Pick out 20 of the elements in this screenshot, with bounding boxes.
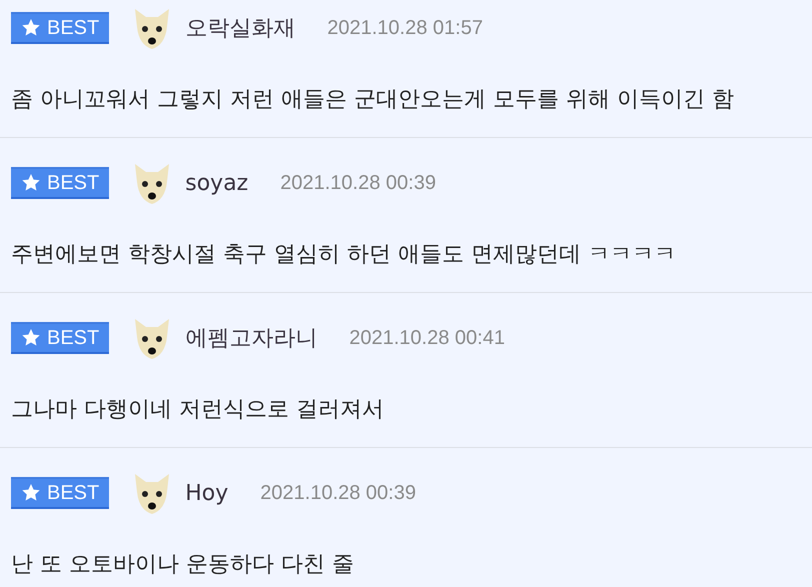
- comment-date: 2021.10.28 01:57: [327, 16, 483, 40]
- comment-date: 2021.10.28 00:39: [280, 172, 436, 194]
- username[interactable]: soyaz: [185, 170, 248, 196]
- star-icon: [21, 328, 41, 348]
- best-badge: BEST: [11, 167, 110, 199]
- comment-date: 2021.10.28 00:41: [349, 326, 505, 350]
- star-icon: [21, 18, 41, 38]
- comment-text: 그나마 다행이네 저런식으로 걸러져서: [11, 396, 385, 424]
- comment-date: 2021.10.28 00:39: [260, 482, 416, 504]
- comment-text: 좀 아니꼬워서 그렇지 저런 애들은 군대안오는게 모두를 위해 이득이긴 함: [11, 86, 735, 114]
- best-badge: BEST: [11, 322, 110, 354]
- star-icon: [21, 173, 41, 193]
- comment-text: 주변에보면 학창시절 축구 열심히 하던 애들도 면제많던데 ㅋㅋㅋㅋ: [11, 241, 677, 269]
- comment-text: 난 또 오토바이나 운동하다 다친 줄: [11, 551, 355, 579]
- best-badge: BEST: [11, 12, 110, 44]
- best-badge: BEST: [11, 477, 110, 509]
- username[interactable]: Hoy: [185, 480, 228, 506]
- username[interactable]: 에펨고자라니: [185, 323, 318, 353]
- username[interactable]: 오락실화재: [185, 13, 296, 43]
- star-icon: [21, 483, 41, 503]
